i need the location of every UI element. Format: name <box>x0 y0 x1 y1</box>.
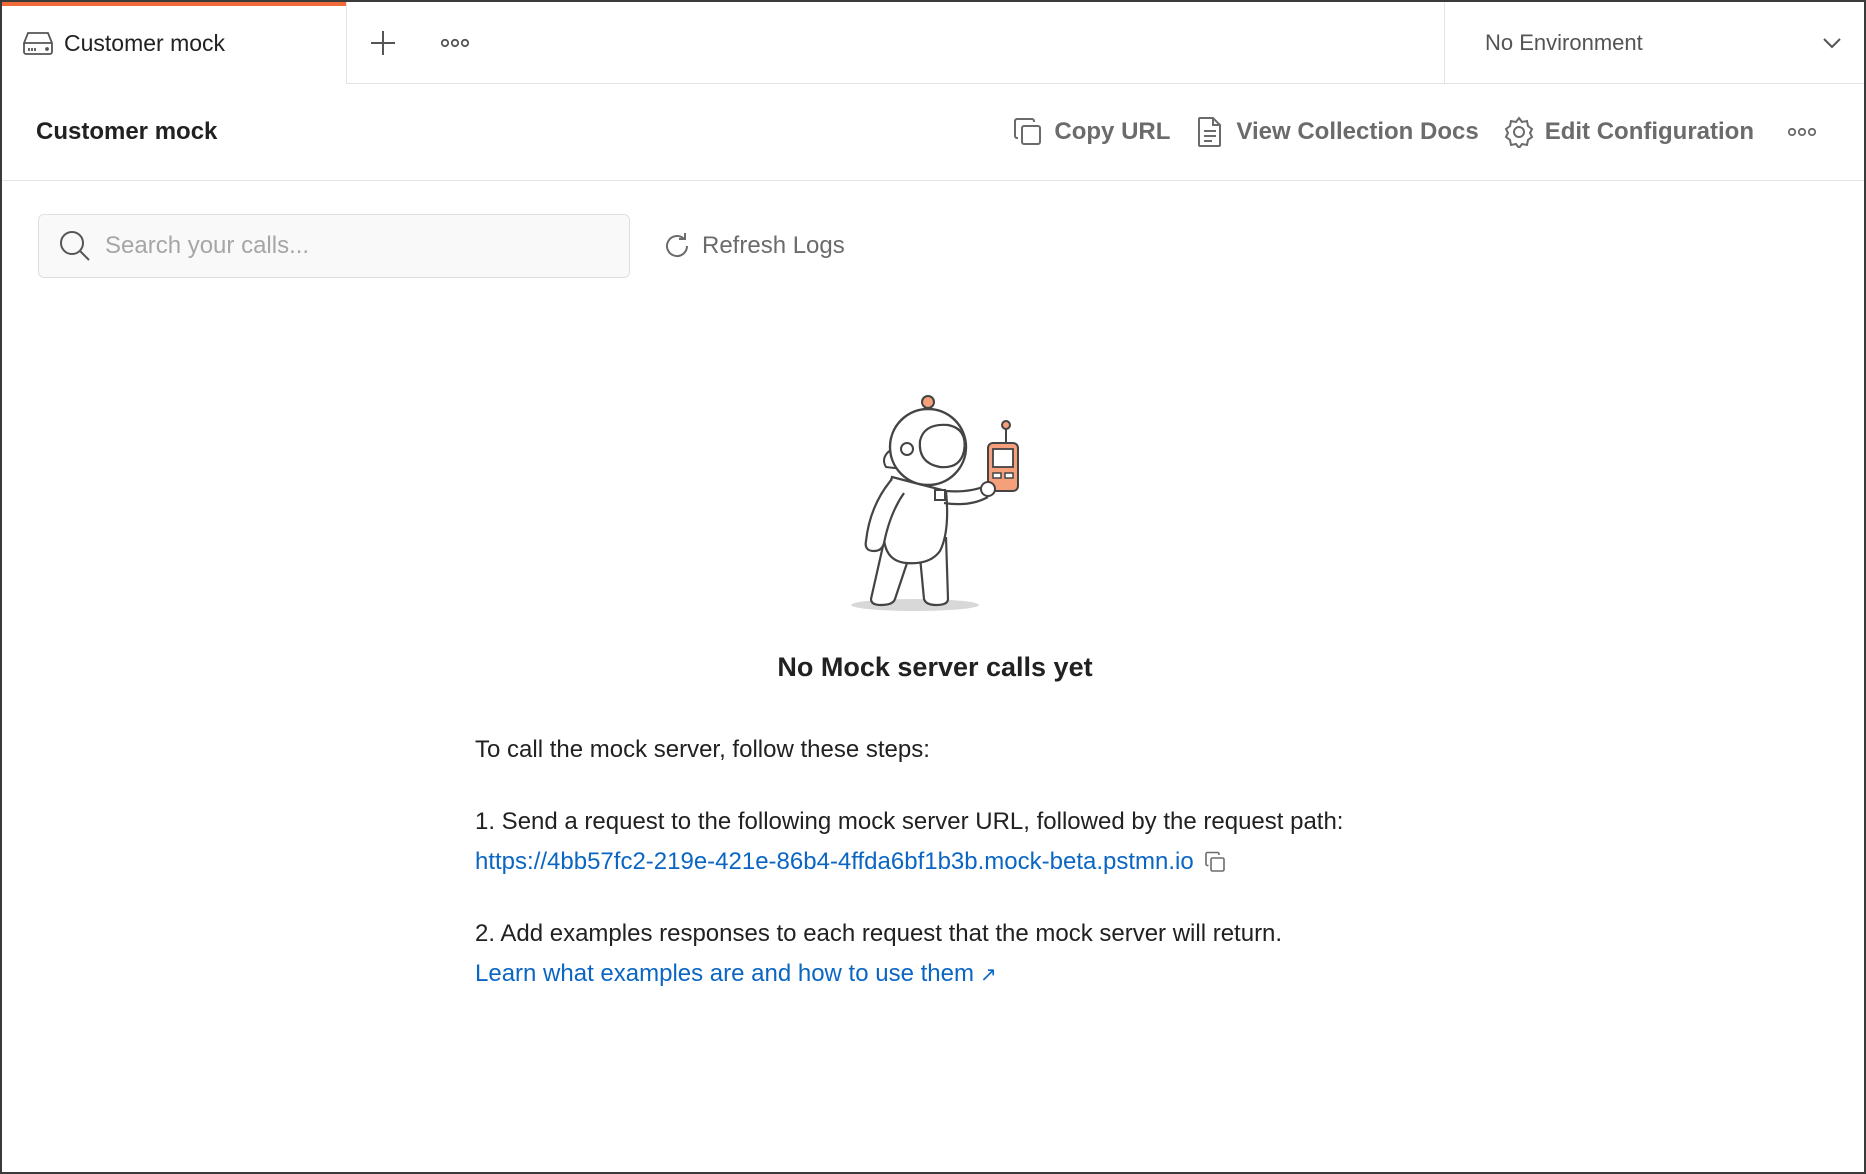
chevron-down-icon <box>1823 38 1841 49</box>
copy-url-icon[interactable] <box>1204 850 1228 874</box>
learn-examples-label: Learn what examples are and how to use t… <box>475 960 974 987</box>
tab-bar: Customer mock No Environment <box>2 2 1864 84</box>
more-horizontal-icon <box>440 38 470 48</box>
refresh-icon <box>662 231 692 261</box>
search-input[interactable] <box>105 232 585 260</box>
mock-server-icon <box>22 29 54 57</box>
copy-icon <box>1012 116 1044 148</box>
empty-state-title: No Mock server calls yet <box>777 652 1093 682</box>
refresh-logs-button[interactable]: Refresh Logs <box>662 222 845 270</box>
instructions: To call the mock server, follow these st… <box>475 730 1475 995</box>
step-2-text: 2. Add examples responses to each reques… <box>475 920 1283 947</box>
edit-configuration-button[interactable]: Edit Configuration <box>1491 107 1766 157</box>
copy-url-button[interactable]: Copy URL <box>1000 107 1182 157</box>
mock-url-row: https://4bb57fc2-219e-421e-86b4-4ffda6bf… <box>475 842 1475 882</box>
edit-config-label: Edit Configuration <box>1544 118 1754 145</box>
search-box <box>38 214 630 278</box>
learn-examples-link[interactable]: Learn what examples are and how to use t… <box>475 960 997 987</box>
app-window: Customer mock No Environment Customer mo… <box>0 0 1866 1174</box>
instructions-intro: To call the mock server, follow these st… <box>475 736 930 763</box>
astronaut-illustration <box>851 395 1019 611</box>
environment-selector[interactable]: No Environment <box>1444 2 1864 84</box>
page-header: Customer mock Copy URL View Collection D… <box>2 84 1864 181</box>
copy-url-label: Copy URL <box>1054 118 1171 145</box>
page-title: Customer mock <box>36 118 218 145</box>
document-icon <box>1194 116 1226 148</box>
mock-server-url-link[interactable]: https://4bb57fc2-219e-421e-86b4-4ffda6bf… <box>475 842 1194 882</box>
environment-label: No Environment <box>1485 30 1643 55</box>
view-collection-docs-button[interactable]: View Collection Docs <box>1182 107 1490 157</box>
view-docs-label: View Collection Docs <box>1236 118 1479 145</box>
step-1-text: 1. Send a request to the following mock … <box>475 808 1344 835</box>
header-more-button[interactable] <box>1774 107 1830 157</box>
new-tab-button[interactable] <box>347 2 419 84</box>
tab-title: Customer mock <box>64 29 226 56</box>
search-icon <box>60 231 90 261</box>
external-link-icon: ↗ <box>979 964 997 986</box>
tab-options-button[interactable] <box>419 2 491 84</box>
tab-customer-mock[interactable]: Customer mock <box>2 2 347 84</box>
more-horizontal-icon <box>1787 127 1817 137</box>
refresh-logs-label: Refresh Logs <box>702 232 845 259</box>
plus-icon <box>371 31 395 55</box>
gear-icon <box>1503 116 1535 148</box>
